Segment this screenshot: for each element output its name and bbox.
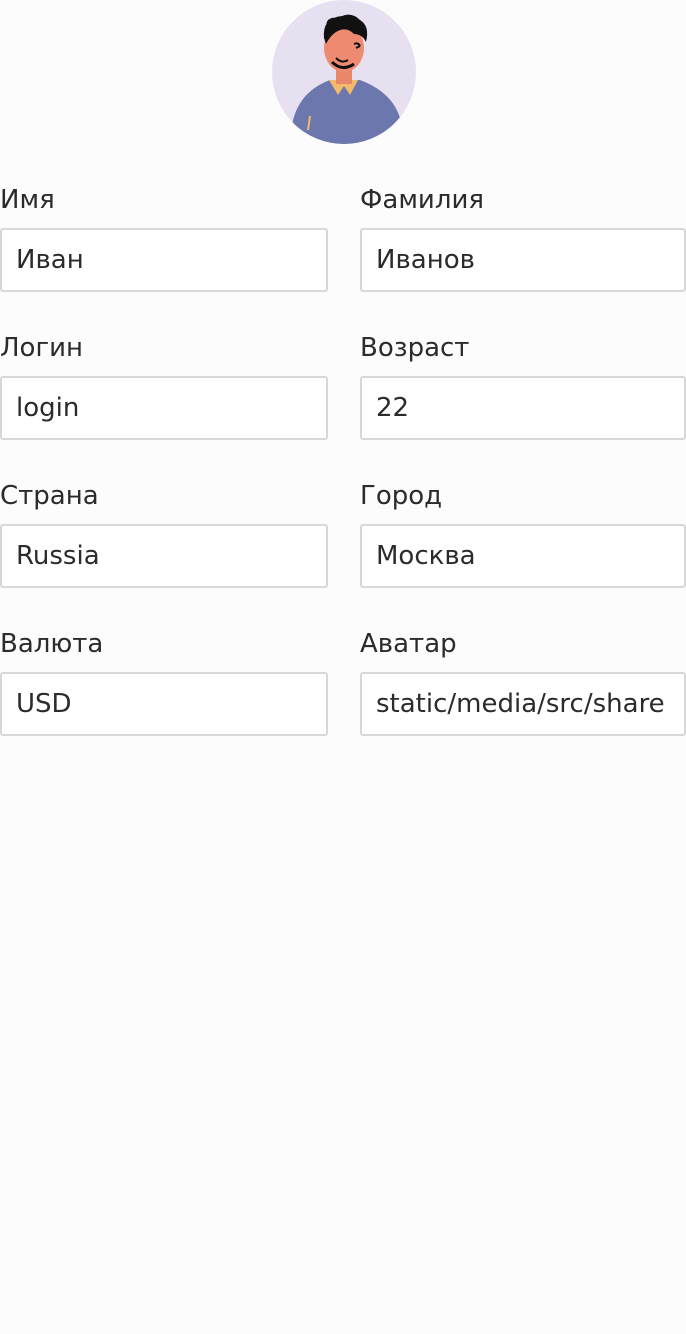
avatar-url-label: Аватар [360, 629, 457, 659]
currency-input[interactable] [0, 672, 328, 736]
form-row: Имя Фамилия [0, 182, 686, 330]
form-row: Логин Возраст [0, 330, 686, 478]
age-input[interactable] [360, 376, 686, 440]
user-avatar-illustration [292, 14, 400, 144]
avatar-url-input[interactable] [360, 672, 686, 736]
first-name-label: Имя [0, 185, 55, 215]
first-name-input[interactable] [0, 228, 328, 292]
age-field-group: Возраст [360, 330, 686, 440]
avatar-url-field-group: Аватар [360, 626, 686, 736]
last-name-field-group: Фамилия [360, 182, 686, 292]
currency-field-group: Валюта [0, 626, 328, 736]
last-name-input[interactable] [360, 228, 686, 292]
last-name-label: Фамилия [360, 185, 484, 215]
currency-label: Валюта [0, 629, 104, 659]
avatar [272, 0, 416, 144]
country-label: Страна [0, 481, 99, 511]
city-input[interactable] [360, 524, 686, 588]
country-field-group: Страна [0, 478, 328, 588]
login-label: Логин [0, 333, 84, 363]
login-input[interactable] [0, 376, 328, 440]
profile-form: Имя Фамилия Логин Возраст Страна Город В… [0, 182, 686, 774]
first-name-field-group: Имя [0, 182, 328, 292]
city-label: Город [360, 481, 443, 511]
country-input[interactable] [0, 524, 328, 588]
form-row: Страна Город [0, 478, 686, 626]
city-field-group: Город [360, 478, 686, 588]
login-field-group: Логин [0, 330, 328, 440]
age-label: Возраст [360, 333, 470, 363]
form-row: Валюта Аватар [0, 626, 686, 774]
